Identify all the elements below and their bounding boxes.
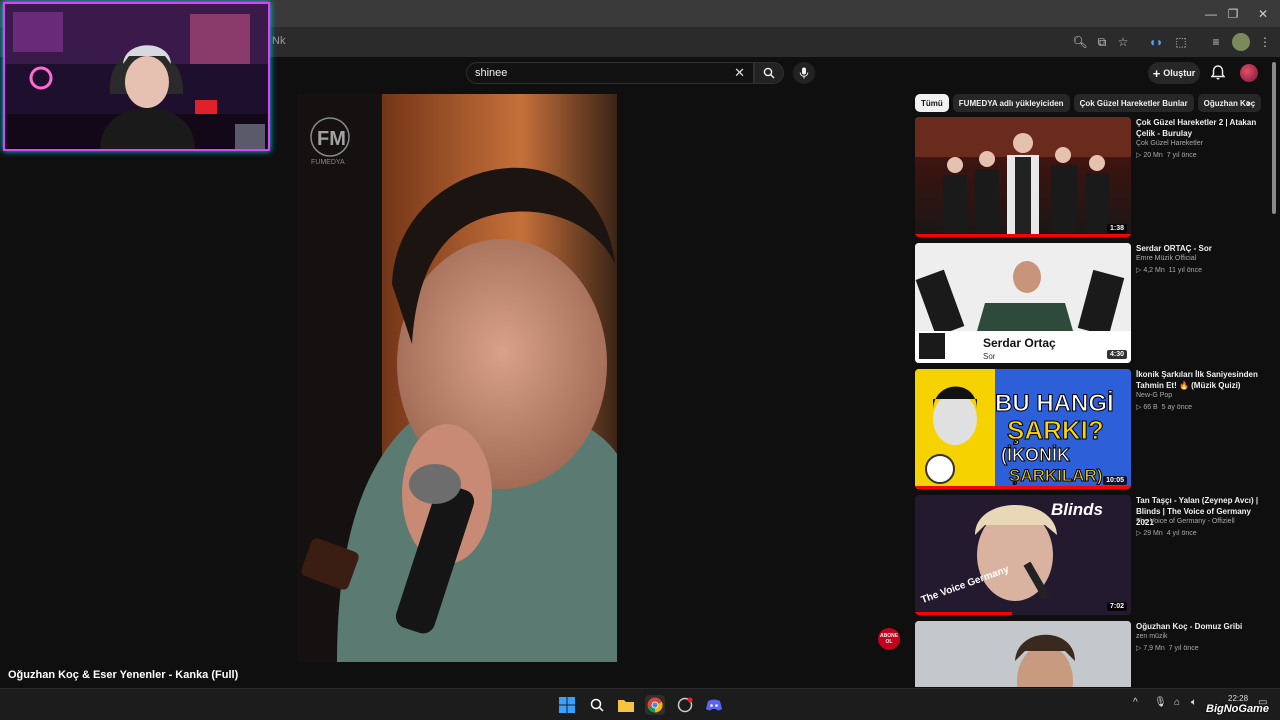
chip-uploader[interactable]: FUMEDYA adlı yükleyiciden [952,94,1070,112]
volume-icon[interactable]: 🔈︎ [1191,697,1197,708]
chip-related[interactable]: Çok Güzel Hareketler Bunlar [1073,94,1194,112]
video-watermark-logo: FM [317,128,346,150]
account-avatar[interactable] [1240,64,1258,82]
channel-name[interactable]: New-G Pop [1136,392,1172,399]
channel-name[interactable]: Çok Güzel Hareketler [1136,140,1203,147]
duration-badge: 1:38 [1106,224,1127,233]
video-thumbnail[interactable] [915,621,1131,687]
extensions-puzzle-icon[interactable]: ⬚ [1172,33,1190,51]
channel-name[interactable]: The Voice of Germany - Offiziell [1136,518,1235,525]
microphone-tray-icon[interactable]: 🎙︎ [1154,697,1167,708]
create-label: Oluştur [1163,68,1196,78]
thumbnail-artist-name: Serdar Ortaç [983,336,1056,350]
filter-chips: Tümü FUMEDYA adlı yükleyiciden Çok Güzel… [915,94,1262,112]
subscribe-badge[interactable]: ABONE OL [878,628,900,650]
create-button[interactable]: + Oluştur [1148,62,1200,84]
video-thumbnail[interactable]: 1:38 [915,117,1131,237]
search-box[interactable]: shinee ✕ [466,62,754,84]
video-meta: ▷ 7,9 Mn 7 yıl önce [1136,645,1199,652]
search-icon [763,67,775,79]
search-button[interactable] [754,62,784,84]
windows-taskbar: ^ 🎙︎ ⌂ 🔈︎ 22:28 ▭ [0,688,1280,720]
voice-search-button[interactable] [793,62,815,84]
profile-avatar[interactable] [1232,33,1250,51]
discord-icon[interactable] [704,695,724,715]
thumbnail-line1: BU HANGİ [995,390,1114,417]
page-scrollbar[interactable] [1271,62,1277,687]
tray-overflow-icon[interactable]: ^ [1133,697,1138,708]
microphone-icon [799,67,809,79]
scrollbar-thumb[interactable] [1272,62,1276,214]
recommendation-title[interactable]: Oğuzhan Koç - Domuz Gribi [1136,621,1265,632]
close-window-button[interactable]: ✕ [1242,0,1280,27]
video-watermark-sub: FUMEDYA [311,159,345,166]
start-menu-icon[interactable] [557,695,577,715]
video-frame: FM FUMEDYA [297,94,617,662]
video-title: Oğuzhan Koç & Eser Yenenler - Kanka (Ful… [8,669,239,681]
watch-progress-bar [915,234,1131,237]
chevron-right-icon[interactable]: › [1240,94,1256,112]
video-player[interactable]: FM FUMEDYA [297,94,617,662]
watch-progress-bar [915,486,1131,489]
extension-audio-icon[interactable]: ◖◗ [1147,33,1165,51]
notifications-bell-icon[interactable] [1210,64,1226,82]
video-thumbnail[interactable]: BU HANGİ ŞARKI? (İKONİK ŞARKILAR) 10:05 [915,369,1131,489]
address-bar-url[interactable]: Nk [272,35,285,47]
thumbnail-line3: (İKONİK [1001,445,1070,465]
video-meta: ▷ 29 Mn 4 yıl önce [1136,530,1197,537]
channel-watermark: BigNoGame [1206,703,1269,715]
browser-menu-icon[interactable]: ⋮ [1256,33,1274,51]
plus-icon: + [1152,65,1161,81]
recommendation-title[interactable]: İkonik Şarkıları İlk Saniyesinden Tahmin… [1136,369,1268,391]
streamer-webcam [3,2,270,151]
duration-badge: 4:30 [1106,350,1127,359]
video-meta: ▷ 20 Mn 7 yıl önce [1136,152,1197,159]
duration-badge: 7:02 [1106,602,1127,611]
video-meta: ▷ 4,2 Mn 11 yıl önce [1136,267,1202,274]
network-icon[interactable]: ⌂ [1174,697,1180,708]
thumbnail-badge: Blinds [1051,500,1103,519]
recommendation-item[interactable]: Serdar Ortaç Sor 4:30 Serdar ORTAÇ - Sor… [915,243,1265,363]
recommendation-item[interactable]: 1:38 Çok Güzel Hareketler 2 | Atakan Çel… [915,117,1265,237]
video-meta: ▷ 66 B 5 ay önce [1136,404,1192,411]
bookmark-star-icon[interactable]: ☆ [1114,33,1132,51]
recommendation-title[interactable]: Serdar ORTAÇ - Sor [1136,243,1268,254]
search-icon[interactable] [587,695,607,715]
video-thumbnail[interactable]: Serdar Ortaç Sor 4:30 [915,243,1131,363]
app-icon[interactable] [675,695,695,715]
search-input[interactable]: shinee [475,67,507,79]
recommendation-item[interactable]: BU HANGİ ŞARKI? (İKONİK ŞARKILAR) 10:05 … [915,369,1265,489]
recommendation-item[interactable]: Blinds The Voice Germany 7:02 Tan Taşçı … [915,495,1265,615]
watch-progress-bar [915,612,1013,615]
system-clock[interactable]: 22:28 [1228,694,1248,703]
file-explorer-icon[interactable] [616,695,636,715]
channel-name[interactable]: zen müzik [1136,633,1168,640]
thumbnail-line4: ŞARKILAR) [1009,466,1103,485]
thumbnail-line2: ŞARKI? [1007,415,1104,445]
clear-search-icon[interactable]: ✕ [734,65,745,81]
reading-list-icon[interactable]: ≡ [1207,33,1225,51]
recommendation-item[interactable]: Oğuzhan Koç - Domuz Gribi zen müzik ▷ 7,… [915,621,1265,687]
install-app-icon[interactable]: ⧉ [1093,33,1111,51]
recommendation-title[interactable]: Çok Güzel Hareketler 2 | Atakan Çelik - … [1136,117,1268,139]
zoom-icon[interactable]: 🔍︎ [1071,33,1089,51]
thumbnail-song-name: Sor [983,352,996,361]
chrome-icon[interactable] [645,695,665,715]
video-thumbnail[interactable]: Blinds The Voice Germany 7:02 [915,495,1131,615]
chip-all[interactable]: Tümü [915,94,949,112]
channel-name[interactable]: Emre Müzik Official [1136,255,1196,262]
duration-badge: 10:05 [1103,476,1127,485]
